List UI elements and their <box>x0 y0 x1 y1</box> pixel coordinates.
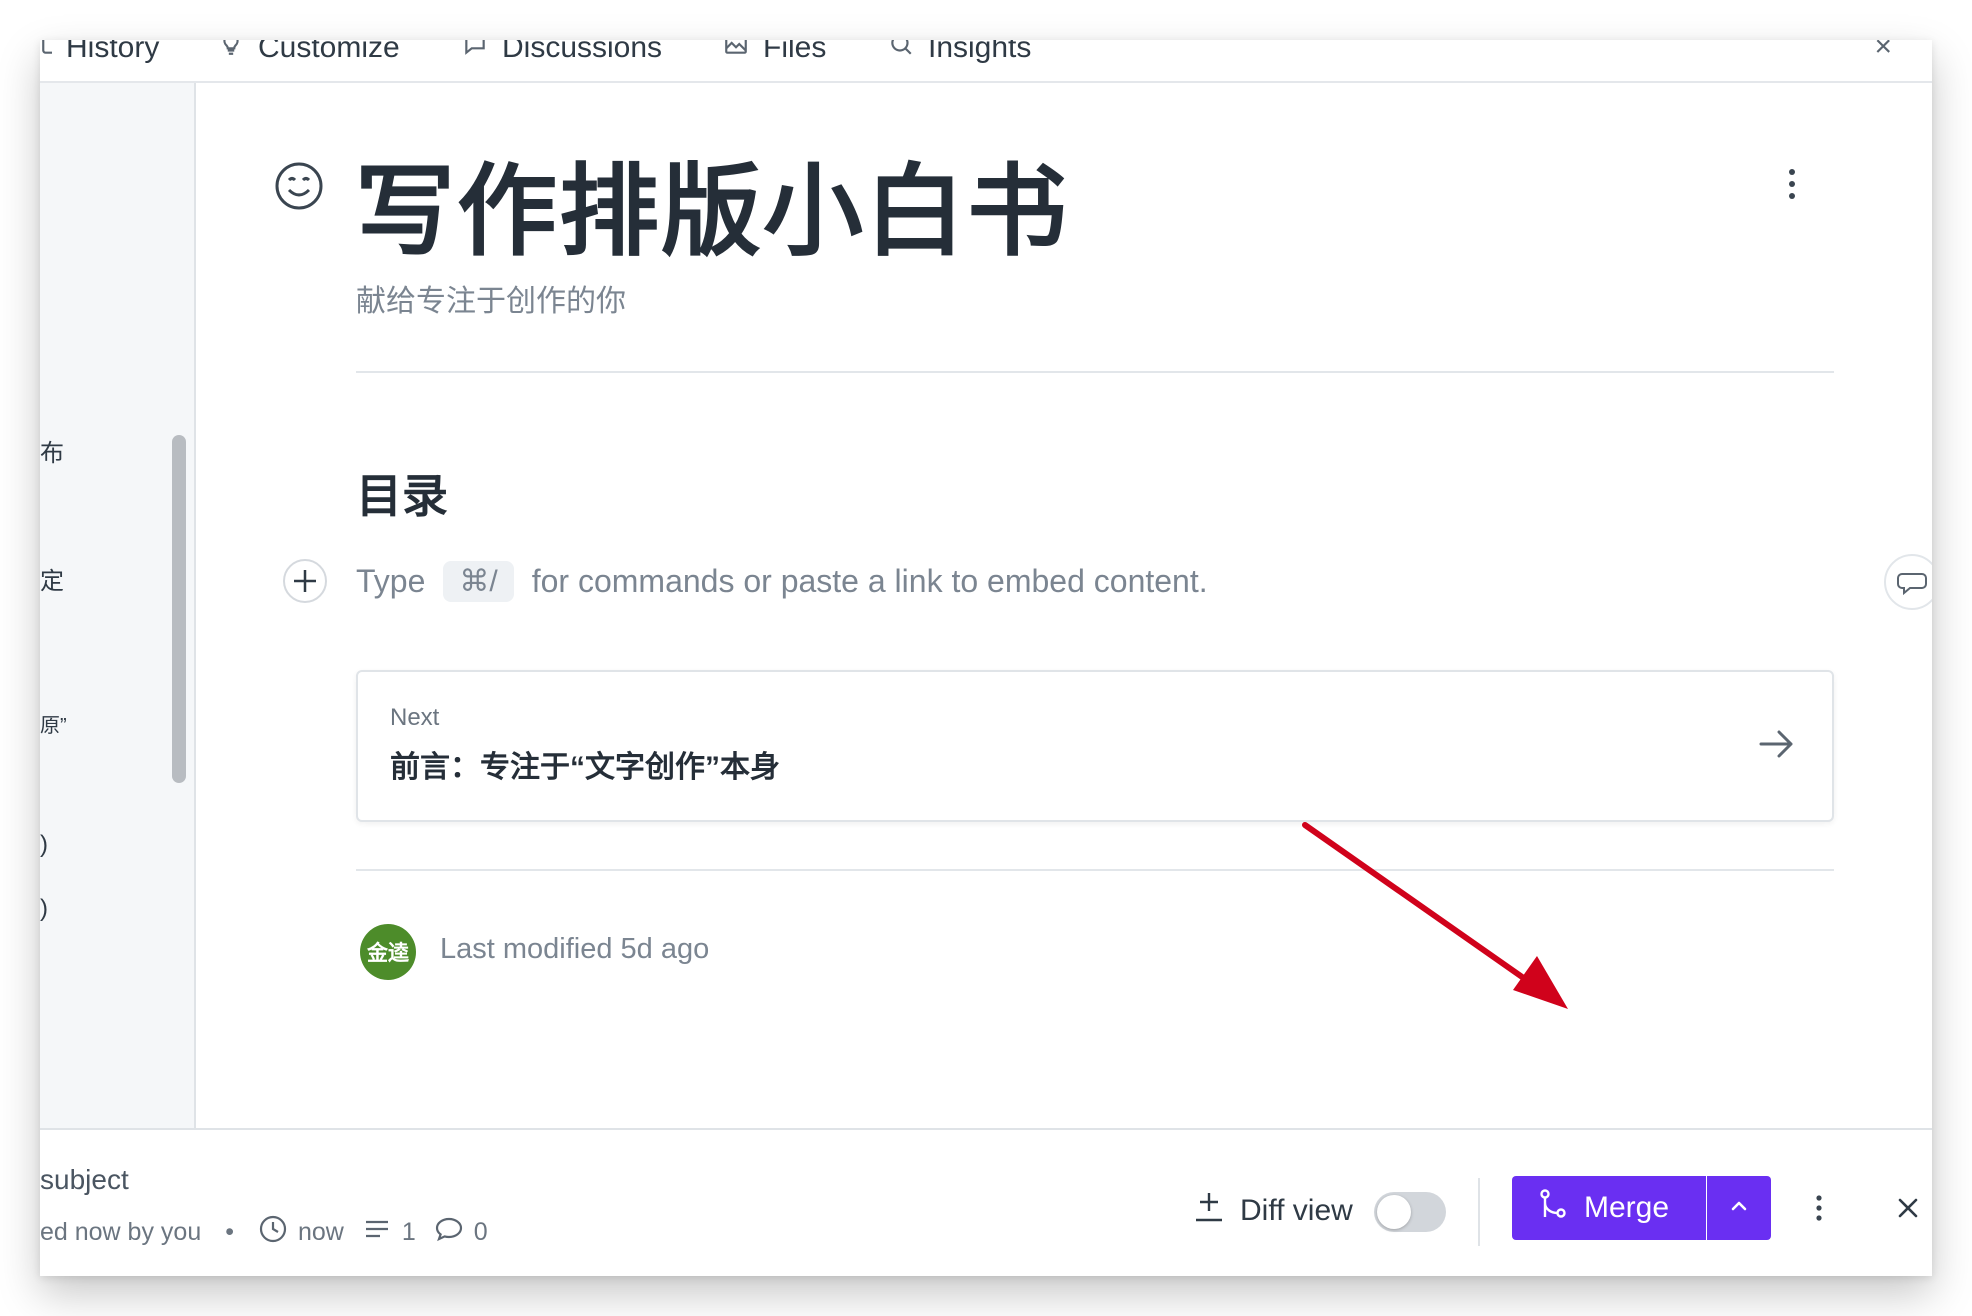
tab-label: Insights <box>928 40 1032 64</box>
merge-icon <box>1536 1187 1570 1229</box>
next-page-card[interactable]: Next 前言：专注于“文字创作”本身 <box>356 670 1834 822</box>
more-options-icon[interactable] <box>1813 1190 1825 1226</box>
next-page-title: 前言：专注于“文字创作”本身 <box>390 751 780 784</box>
diff-view-control[interactable]: Diff view <box>1192 1190 1353 1232</box>
page-subtitle[interactable]: 献给专注于创作的你 <box>356 276 626 320</box>
plus-icon <box>294 570 316 592</box>
sidebar-item[interactable]: 定 <box>40 561 64 596</box>
page-title[interactable]: 写作排版小白书 <box>355 130 1069 275</box>
close-icon[interactable]: × <box>1874 40 1892 64</box>
avatar[interactable]: 金逵 <box>360 924 416 980</box>
clock-icon <box>258 1214 288 1251</box>
add-block-button[interactable] <box>283 559 327 603</box>
divider <box>356 371 1834 373</box>
close-icon[interactable] <box>1894 1194 1922 1222</box>
sidebar-scrollbar-thumb[interactable] <box>172 435 186 783</box>
editor-placeholder[interactable]: Type ⌘/ for commands or paste a link to … <box>356 558 1208 604</box>
diff-icon <box>1192 1190 1226 1232</box>
tab-history[interactable]: History <box>40 40 159 70</box>
sidebar-item[interactable]: 布 <box>40 433 64 468</box>
next-label: Next <box>390 704 440 731</box>
chevron-up-icon <box>1727 1194 1751 1223</box>
sidebar-item[interactable]: ) <box>40 895 48 923</box>
merge-label: Merge <box>1584 1191 1670 1224</box>
arrow-right-icon <box>1756 724 1796 764</box>
merge-button[interactable]: Merge <box>1512 1176 1706 1240</box>
comment-count-icon <box>434 1214 464 1251</box>
history-icon <box>40 40 52 65</box>
toc-heading[interactable]: 目录 <box>356 460 448 526</box>
placeholder-prefix: Type <box>356 562 426 599</box>
add-comment-button[interactable] <box>1884 554 1932 610</box>
time-text: now <box>297 1218 344 1246</box>
changes-count: 1 <box>401 1218 416 1246</box>
comments-count: 0 <box>473 1218 488 1246</box>
bulb-icon <box>218 40 244 65</box>
tab-discussions[interactable]: Discussions <box>462 40 662 70</box>
chat-icon <box>462 40 488 65</box>
screenshot-stage: History Customize Discussions Files Insi… <box>0 0 1972 1316</box>
diff-view-label: Diff view <box>1240 1194 1353 1227</box>
toggle-knob <box>1377 1195 1411 1229</box>
tab-label: Customize <box>258 40 400 64</box>
tab-insights[interactable]: Insights <box>888 40 1031 70</box>
insights-icon <box>888 40 914 65</box>
sidebar: 布 定 原” ) ) <box>40 83 165 1167</box>
last-modified-text: Last modified 5d ago <box>440 933 710 965</box>
tab-label: History <box>66 40 160 64</box>
separator-dot: • <box>225 1218 234 1246</box>
merge-options-button[interactable] <box>1707 1176 1771 1240</box>
shortcut-badge: ⌘/ <box>443 560 514 602</box>
divider <box>356 869 1834 871</box>
tab-label: Files <box>763 40 827 64</box>
edited-by-text: ed now by you <box>40 1218 202 1246</box>
more-options-icon[interactable] <box>1786 166 1798 202</box>
smiley-icon[interactable] <box>274 161 324 211</box>
diff-view-toggle[interactable] <box>1374 1192 1446 1232</box>
tab-label: Discussions <box>502 40 663 64</box>
divider <box>1478 1178 1480 1246</box>
draft-meta: ed now by you • now 1 0 <box>40 1214 488 1251</box>
comment-icon <box>1897 573 1927 596</box>
sidebar-item[interactable]: 原” <box>40 709 67 738</box>
tab-customize[interactable]: Customize <box>218 40 400 70</box>
bottom-bar: subject ed now by you • now 1 0 Diff vie… <box>40 1128 1932 1276</box>
app-window: History Customize Discussions Files Insi… <box>40 40 1932 1276</box>
top-tab-bar: History Customize Discussions Files Insi… <box>40 40 1932 83</box>
draft-subject[interactable]: subject <box>40 1164 129 1196</box>
placeholder-suffix: for commands or paste a link to embed co… <box>531 562 1208 599</box>
tab-files[interactable]: Files <box>723 40 826 70</box>
image-icon <box>723 40 749 65</box>
sidebar-item[interactable]: ) <box>40 831 48 859</box>
changes-icon <box>362 1214 392 1251</box>
